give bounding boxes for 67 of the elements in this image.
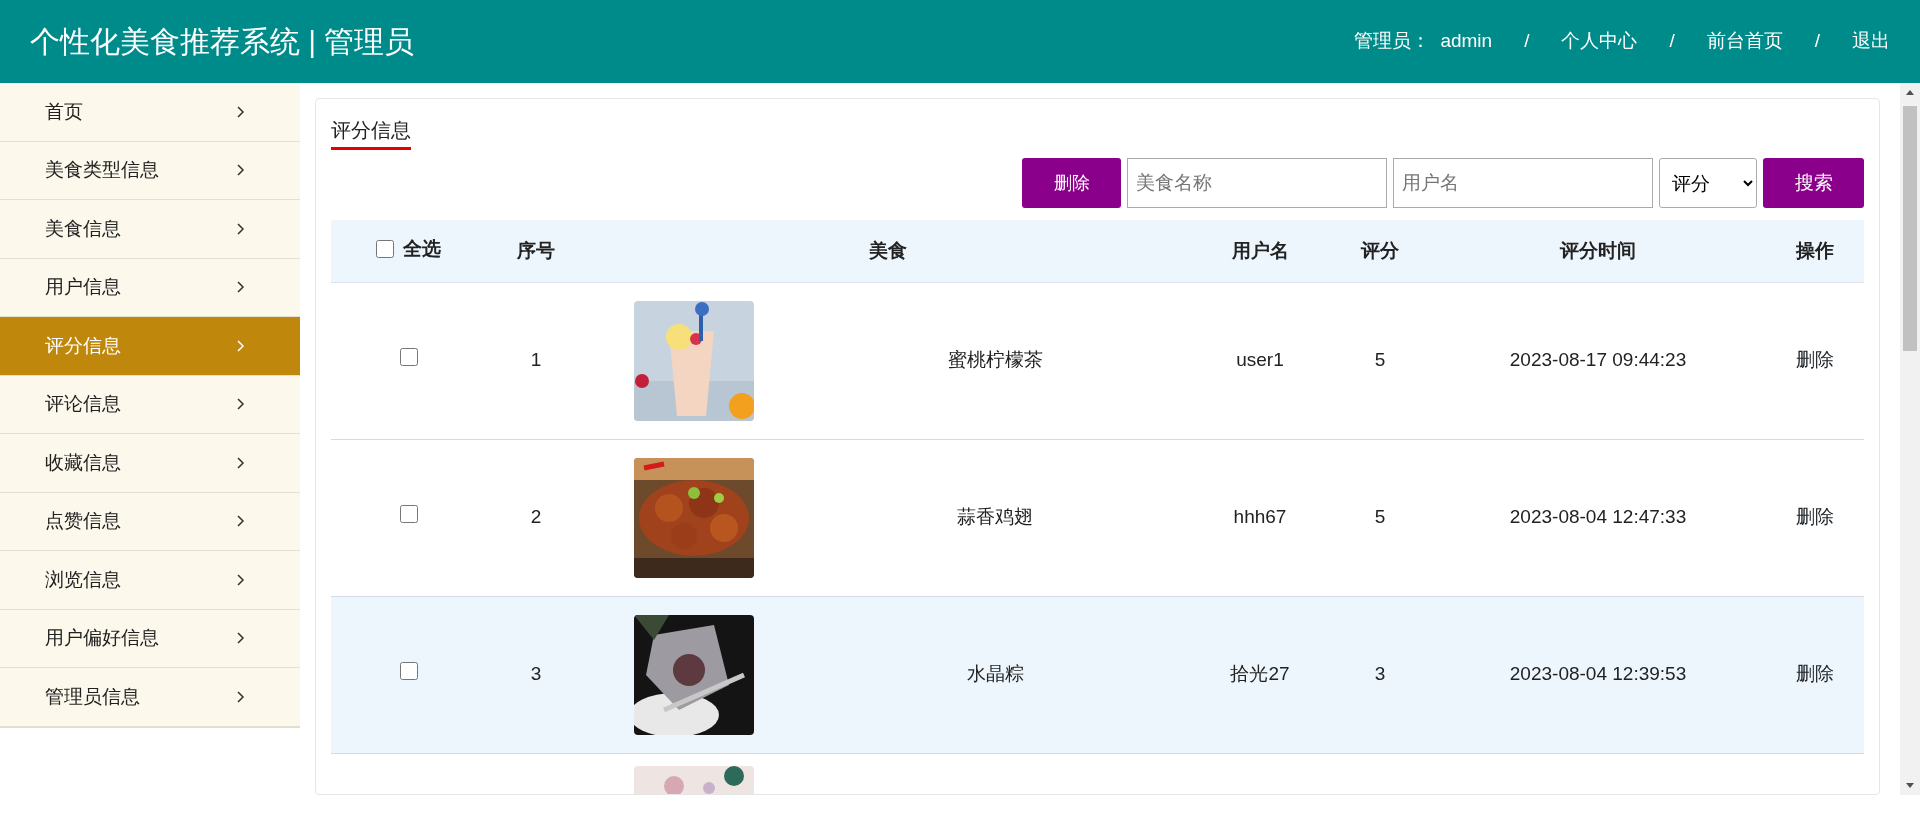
score-cell: 5	[1374, 349, 1386, 371]
delete-link[interactable]: 删除	[1796, 349, 1834, 371]
user-label: 管理员：	[1354, 29, 1431, 54]
rating-time: 2023-08-04 12:47:33	[1509, 506, 1687, 528]
chevron-right-icon	[236, 515, 245, 528]
food-name: 蒜香鸡翅	[957, 506, 1033, 528]
separator: /	[1669, 29, 1675, 54]
panel-title: 评分信息	[331, 115, 411, 150]
delete-button[interactable]: 删除	[1022, 158, 1121, 208]
select-all-label: 全选	[403, 236, 441, 261]
rating-time: 2023-08-04 12:39:53	[1509, 663, 1687, 685]
column-header: 用户名	[1231, 239, 1289, 261]
row-number: 2	[530, 506, 542, 528]
delete-link[interactable]: 删除	[1796, 506, 1834, 528]
row-checkbox[interactable]	[399, 348, 418, 367]
chevron-right-icon	[236, 339, 245, 352]
column-header: 操作	[1796, 239, 1834, 261]
sidebar-item[interactable]: 首页	[0, 83, 300, 142]
select-all-checkbox[interactable]	[376, 240, 394, 259]
row-checkbox[interactable]	[399, 662, 418, 681]
chevron-right-icon	[236, 164, 245, 177]
row-number: 3	[530, 663, 542, 685]
chevron-right-icon	[236, 281, 245, 294]
nav-link[interactable]: 前台首页	[1706, 27, 1783, 56]
sidebar-item[interactable]: 收藏信息	[0, 434, 300, 493]
scrollbar[interactable]	[1900, 83, 1920, 795]
nav-link[interactable]: 个人中心	[1561, 27, 1638, 56]
sidebar-item[interactable]: 评论信息	[0, 375, 300, 434]
delete-link[interactable]: 删除	[1796, 663, 1834, 685]
scroll-thumb[interactable]	[1903, 106, 1917, 351]
search-field[interactable]: 用户名	[1393, 158, 1653, 208]
chevron-right-icon	[236, 690, 245, 703]
sidebar-item[interactable]: 用户信息	[0, 258, 300, 317]
separator: /	[1524, 29, 1530, 54]
chevron-right-icon	[236, 573, 245, 586]
column-header: 序号	[517, 239, 555, 261]
food-name: 水晶粽	[966, 663, 1024, 685]
row-checkbox[interactable]	[399, 505, 418, 524]
rating-time: 2023-08-17 09:44:23	[1509, 349, 1687, 371]
column-header: 美食	[869, 239, 907, 261]
sidebar-item[interactable]: 浏览信息	[0, 551, 300, 610]
user-name-cell: 拾光27	[1230, 663, 1290, 685]
sidebar-item[interactable]: 美食类型信息	[0, 141, 300, 200]
sidebar-item[interactable]: 用户偏好信息	[0, 609, 300, 668]
sidebar-item[interactable]: 点赞信息	[0, 492, 300, 551]
user-name: admin	[1440, 29, 1493, 54]
app-title: 个性化美食推荐系统 | 管理员	[30, 24, 415, 60]
column-header: 评分	[1361, 239, 1399, 261]
score-cell: 3	[1374, 663, 1386, 685]
column-header: 评分时间	[1560, 239, 1636, 261]
user-name-cell: hhh67	[1233, 506, 1287, 528]
chevron-right-icon	[236, 632, 245, 645]
chevron-right-icon	[236, 456, 245, 469]
chevron-right-icon	[236, 398, 245, 411]
chevron-right-icon	[236, 105, 245, 118]
score-select[interactable]: 评分	[1659, 158, 1757, 208]
user-name-cell: user1	[1236, 349, 1284, 371]
sidebar-item[interactable]: 管理员信息	[0, 668, 300, 727]
search-field[interactable]: 美食名称	[1127, 158, 1387, 208]
nav-link[interactable]: 退出	[1852, 27, 1890, 56]
row-number: 1	[530, 349, 542, 371]
sidebar-item[interactable]: 美食信息	[0, 200, 300, 259]
score-cell: 5	[1374, 506, 1386, 528]
food-name: 蜜桃柠檬茶	[947, 349, 1043, 371]
chevron-right-icon	[236, 222, 245, 235]
separator: /	[1814, 29, 1820, 54]
search-button[interactable]: 搜索	[1763, 158, 1864, 208]
